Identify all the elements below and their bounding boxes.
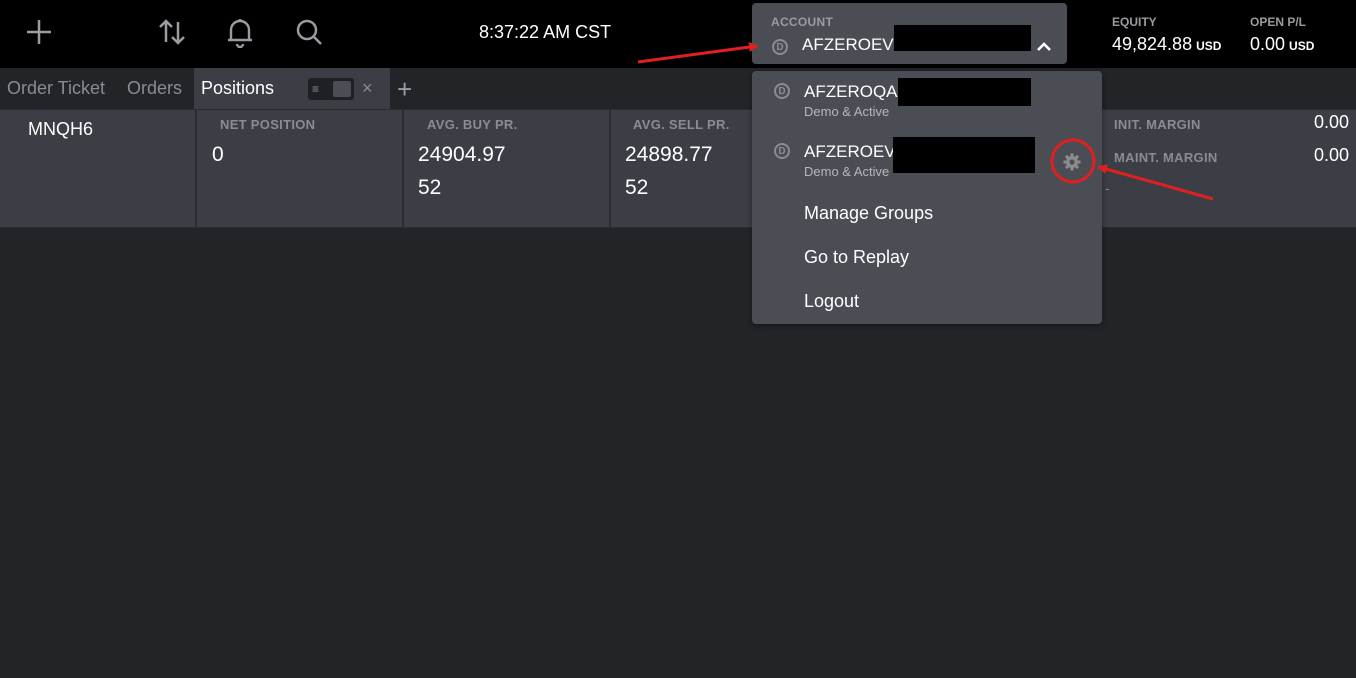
search-icon[interactable] <box>291 14 327 50</box>
net-position-value: 0 <box>212 143 224 166</box>
account-option-sub: Demo & Active <box>804 104 890 119</box>
equity-label: EQUITY <box>1112 15 1157 29</box>
avg-buy-value: 24904.97 <box>418 143 506 166</box>
account-dropdown: D AFZEROQA Demo & Active D AFZEROEV Demo… <box>752 71 1102 324</box>
margin-dash: - <box>1105 180 1110 196</box>
maint-margin-value: 0.00 <box>1314 145 1350 165</box>
top-toolbar: 8:37:22 AM CST ACCOUNT D AFZEROEV EQUITY… <box>0 0 1356 68</box>
open-pl-value: 0.00 USD <box>1250 34 1314 55</box>
open-pl-unit: USD <box>1289 39 1315 53</box>
open-pl-label: OPEN P/L <box>1250 15 1307 29</box>
account-name: AFZEROEV <box>802 35 894 54</box>
position-row[interactable]: MNQH6 NET POSITION 0 AVG. BUY PR. 24904.… <box>0 109 1356 228</box>
account-option-name: AFZEROQA <box>804 82 898 101</box>
avg-sell-value: 24898.77 <box>625 143 713 166</box>
init-margin-label: INIT. MARGIN <box>1114 117 1201 132</box>
account-option-afzeroev[interactable]: D AFZEROEV Demo & Active <box>752 129 1102 191</box>
tab-order-ticket[interactable]: Order Ticket <box>7 78 105 99</box>
account-label: ACCOUNT <box>771 15 834 29</box>
bell-icon[interactable] <box>222 14 258 50</box>
view-toggle[interactable]: ≡ <box>308 78 354 100</box>
logout-item[interactable]: Logout <box>804 291 859 312</box>
manage-groups-item[interactable]: Manage Groups <box>804 203 933 224</box>
avg-buy-header: AVG. BUY PR. <box>427 117 518 132</box>
plus-icon[interactable] <box>21 14 57 50</box>
clock: 8:37:22 AM CST <box>479 22 612 42</box>
equity-unit: USD <box>1196 39 1222 53</box>
open-pl-amount: 0.00 <box>1250 34 1286 54</box>
redaction-box <box>893 137 1035 173</box>
account-option-afzeroqa[interactable]: D AFZEROQA Demo & Active <box>752 71 1102 129</box>
tab-positions[interactable]: Positions ≡ × <box>194 68 390 110</box>
equity-amount: 49,824.88 <box>1112 34 1193 54</box>
avg-buy-qty: 52 <box>418 176 442 199</box>
maint-margin-label: MAINT. MARGIN <box>1114 150 1218 165</box>
close-icon[interactable]: × <box>362 78 373 99</box>
chevron-up-icon[interactable] <box>1035 39 1053 57</box>
go-to-replay-item[interactable]: Go to Replay <box>804 247 909 268</box>
tab-positions-label: Positions <box>201 78 275 98</box>
init-margin-value: 0.00 <box>1314 112 1350 132</box>
avg-buy-cell: AVG. BUY PR. 24904.97 52 <box>402 110 610 227</box>
gear-icon[interactable] <box>1061 151 1083 173</box>
demo-badge-icon: D <box>772 39 788 55</box>
list-icon: ≡ <box>312 82 320 96</box>
account-option-sub: Demo & Active <box>804 164 890 179</box>
position-symbol: MNQH6 <box>28 119 94 139</box>
equity-value: 49,824.88 USD <box>1112 34 1221 55</box>
tab-orders[interactable]: Orders <box>127 78 182 99</box>
add-tab-button[interactable]: + <box>397 74 412 104</box>
redaction-box <box>898 78 1031 106</box>
redaction-box <box>894 25 1031 51</box>
net-position-header: NET POSITION <box>220 117 316 132</box>
toggle-knob <box>333 81 351 97</box>
demo-badge-icon: D <box>774 83 790 99</box>
account-selector[interactable]: ACCOUNT D AFZEROEV <box>752 3 1067 64</box>
avg-sell-cell: AVG. SELL PR. 24898.77 52 <box>609 110 756 227</box>
account-option-name: AFZEROEV <box>804 142 896 161</box>
avg-sell-header: AVG. SELL PR. <box>633 117 730 132</box>
net-position-cell: NET POSITION 0 <box>195 110 403 227</box>
avg-sell-qty: 52 <box>625 176 649 199</box>
demo-badge-icon: D <box>774 143 790 159</box>
arrows-up-down-icon[interactable] <box>155 14 191 50</box>
